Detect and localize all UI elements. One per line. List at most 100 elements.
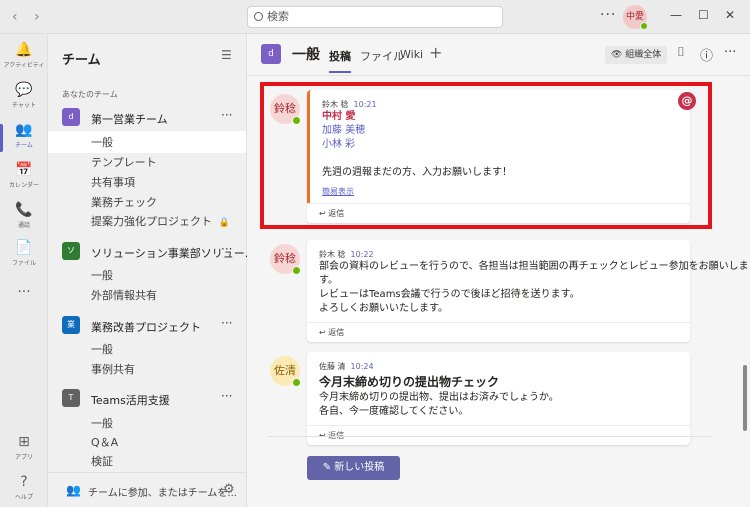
forward-arrow-icon[interactable]: › [34, 9, 40, 25]
channel-item[interactable]: 一般 [91, 134, 113, 150]
gear-icon[interactable]: ⚙ [223, 482, 235, 497]
message-text: 部会の資料のレビューを行うので、各担当は担当範囲の再チェックとレビュー参加をお願… [319, 261, 749, 272]
team-row[interactable]: T Teams活用支援 ··· [48, 389, 247, 409]
phone-icon: 📞 [15, 202, 33, 218]
back-arrow-icon[interactable]: ‹ [12, 9, 18, 25]
rail-teams[interactable]: 👥 チーム [0, 122, 48, 152]
search-input[interactable]: 検索 [247, 6, 503, 28]
message-time: 10:24 [350, 362, 374, 371]
message-author: 鈴木 稔 [322, 100, 349, 109]
team-avatar: 業 [62, 316, 80, 334]
avatar[interactable]: 佐清 [270, 356, 301, 387]
message-text: す。 [319, 275, 338, 286]
channel-item[interactable]: 提案力強化プロジェクト 🔒 [91, 213, 230, 229]
message-author: 鈴木 稔 [319, 250, 346, 259]
channel-name: 一般 [292, 47, 320, 63]
mention[interactable]: 中村 愛 [322, 110, 678, 124]
join-team-icon: 👥 [66, 483, 81, 497]
reply-icon: ↩ [319, 209, 329, 218]
mention[interactable]: 加藤 美穂 [322, 124, 678, 138]
message-subject: 今月末締め切りの提出物チェック [319, 375, 500, 389]
tab-files[interactable]: ファイル [360, 48, 404, 64]
eye-icon: 👁 [611, 50, 626, 60]
message-card: 鈴木 稔 10:22 部会の資料のレビューを行うので、各担当は担当範囲の再チェック… [307, 240, 749, 342]
team-row[interactable]: 業 業務改善プロジェクト ··· [48, 316, 247, 336]
bell-icon: 🔔 [15, 42, 33, 58]
help-icon: ? [20, 474, 28, 490]
message-time: 10:22 [350, 250, 374, 259]
file-icon: 📄 [15, 240, 33, 256]
team-avatar: ソ [62, 242, 80, 260]
more-horizontal-icon: ··· [17, 284, 31, 300]
channel-item[interactable]: Q＆A [91, 434, 118, 450]
channel-item[interactable]: テンプレート [91, 154, 157, 170]
message-author: 佐藤 清 [319, 362, 346, 371]
presence-available-icon [292, 378, 301, 387]
channel-item[interactable]: 一般 [91, 415, 113, 431]
team-name: 第一営業チーム [91, 113, 168, 126]
rail-more[interactable]: ··· [0, 284, 48, 300]
teams-panel: チーム ☰ あなたのチーム d 第一営業チーム ··· 一般 テンプレート 共有… [48, 34, 255, 507]
channel-item[interactable]: 業務チェック [91, 194, 157, 210]
maximize-icon[interactable]: ☐ [698, 8, 709, 22]
mention[interactable]: 小林 彩 [322, 138, 678, 152]
rail-activity[interactable]: 🔔 アクティビティ [0, 42, 48, 69]
new-post-button[interactable]: ✎ 新しい投稿 [307, 456, 400, 480]
avatar[interactable]: 鈴稔 [270, 244, 301, 275]
meet-icon[interactable]: ⌷ [677, 45, 685, 60]
mention-badge-icon: @ [678, 92, 696, 110]
chat-icon: 💬 [15, 82, 33, 98]
presence-available-icon [640, 22, 648, 30]
title-bar: ‹ › 検索 ··· 中愛 — ☐ ✕ [0, 0, 750, 34]
filter-icon[interactable]: ☰ [221, 48, 232, 62]
channel-item[interactable]: 一般 [91, 267, 113, 283]
team-row[interactable]: ソ ソリューション事業部ソリュー... ··· [48, 242, 255, 262]
message-text: よろしくお願いいたします。 [319, 303, 448, 314]
lock-icon: 🔒 [218, 218, 230, 228]
rail-calendar[interactable]: 📅 カレンダー [0, 162, 48, 189]
org-wide-button[interactable]: 👁 組織全体 [605, 46, 668, 64]
message-card: 佐藤 清 10:24 今月末締め切りの提出物チェック 今月末締め切りの提出物、提出… [307, 352, 690, 445]
tab-posts[interactable]: 投稿 [329, 48, 351, 73]
more-options-icon[interactable]: ··· [221, 108, 232, 122]
rail-files[interactable]: 📄 ファイル [0, 240, 48, 267]
reply-icon: ↩ [319, 328, 329, 337]
reply-button[interactable]: ↩ 返信 [307, 425, 690, 445]
channel-item[interactable]: 共有事項 [91, 174, 135, 190]
rail-chat[interactable]: 💬 チャット [0, 82, 48, 109]
calendar-icon: 📅 [15, 162, 33, 178]
channel-header: d 一般 投稿 ファイル Wiki + 👁 組織全体 ⌷ ⓘ ··· [247, 34, 750, 76]
more-options-icon[interactable]: ··· [221, 389, 232, 403]
join-team-footer[interactable]: 👥 チームに参加、またはチームを... ⚙ [48, 472, 247, 507]
more-options-icon[interactable]: ··· [221, 242, 232, 256]
more-options-icon[interactable]: ··· [600, 7, 616, 23]
user-avatar[interactable]: 中愛 [623, 5, 648, 30]
close-icon[interactable]: ✕ [725, 8, 735, 22]
team-name: Teams活用支援 [91, 394, 170, 407]
channel-item[interactable]: 検証 [91, 453, 113, 469]
tab-wiki[interactable]: Wiki [400, 48, 423, 61]
collapse-link[interactable]: 簡易表示 [322, 186, 354, 197]
rail-apps[interactable]: ⊞ アプリ [0, 434, 48, 461]
message-time: 10:21 [353, 100, 377, 109]
rail-help[interactable]: ? ヘルプ [0, 474, 48, 501]
add-tab-icon[interactable]: + [429, 43, 442, 62]
more-options-icon[interactable]: ··· [221, 316, 232, 330]
teams-icon: 👥 [15, 122, 33, 138]
teams-panel-title: チーム [62, 53, 101, 68]
avatar[interactable]: 鈴稔 [270, 94, 301, 125]
message-text: 今月末締め切りの提出物、提出はお済みでしょうか。 [319, 392, 559, 403]
channel-item[interactable]: 事例共有 [91, 361, 135, 377]
reply-button[interactable]: ↩ 返信 [307, 322, 690, 342]
app-rail: 🔔 アクティビティ 💬 チャット 👥 チーム 📅 カレンダー 📞 通話 📄 ファ… [0, 34, 48, 507]
minimize-icon[interactable]: — [670, 8, 682, 22]
scrollbar[interactable] [743, 365, 747, 431]
channel-item[interactable]: 一般 [91, 341, 113, 357]
more-options-icon[interactable]: ··· [724, 45, 736, 60]
rail-calls[interactable]: 📞 通話 [0, 202, 48, 229]
apps-icon: ⊞ [18, 434, 30, 450]
reply-button[interactable]: ↩ 返信 [307, 203, 690, 223]
channel-item[interactable]: 外部情報共有 [91, 287, 157, 303]
info-icon[interactable]: ⓘ [700, 45, 713, 64]
team-row[interactable]: d 第一営業チーム ··· [48, 108, 247, 128]
